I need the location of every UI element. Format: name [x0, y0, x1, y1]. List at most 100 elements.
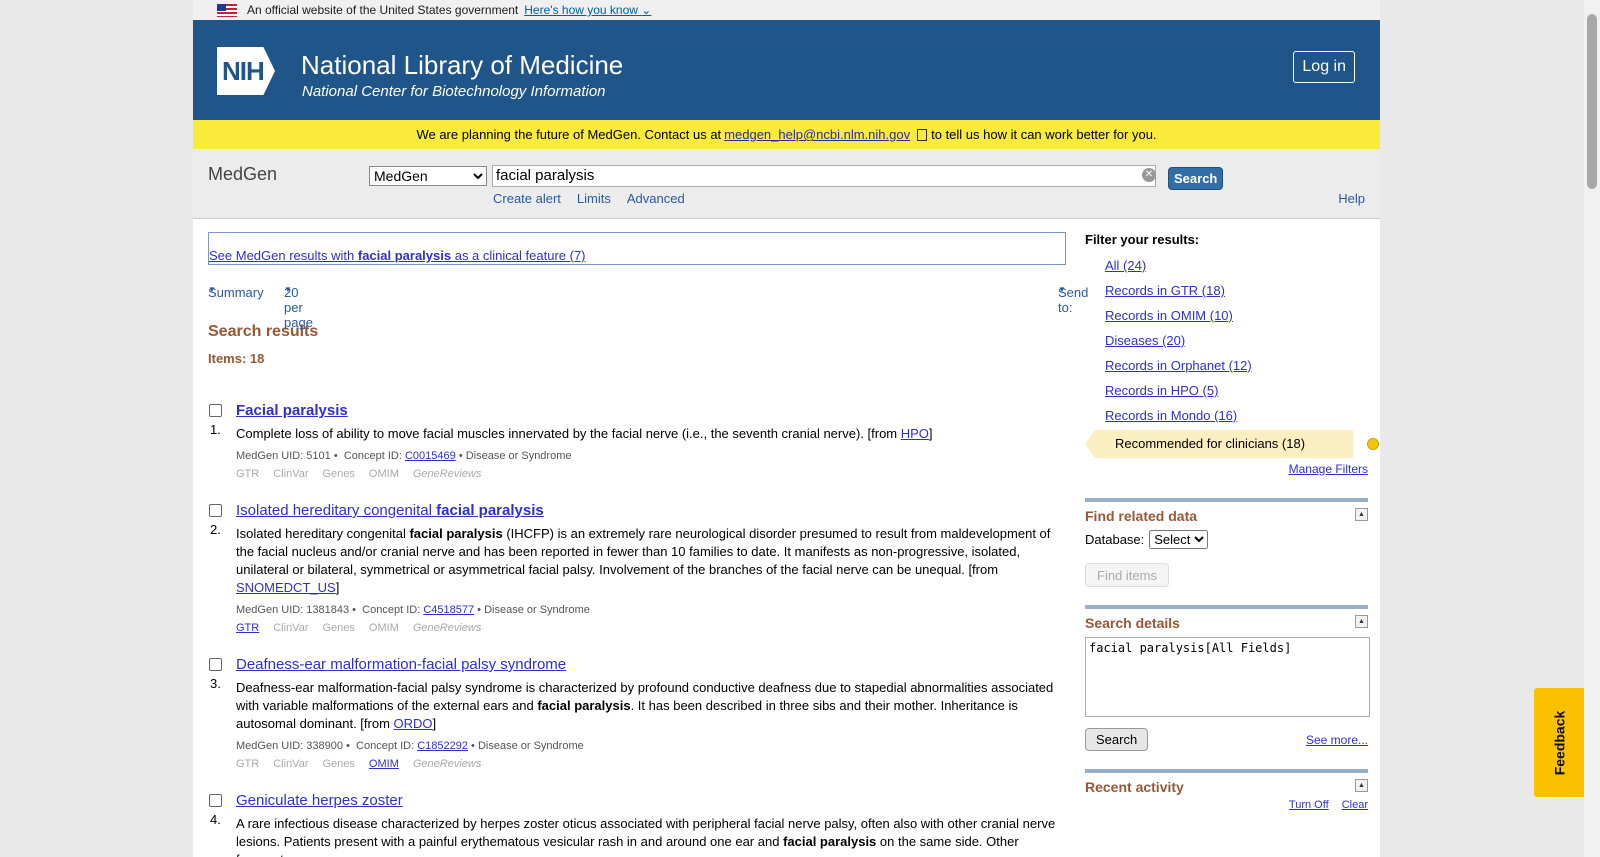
caret-down-icon: ▼	[1058, 285, 1066, 294]
result-number: 3.	[210, 676, 221, 691]
filter-gtr[interactable]: Records in GTR (18)	[1105, 283, 1225, 298]
remove-filter-icon[interactable]	[1367, 438, 1379, 450]
filter-orphanet[interactable]: Records in Orphanet (12)	[1105, 358, 1252, 373]
gtr-link[interactable]: GTR	[236, 622, 259, 634]
site-header: NIH National Library of Medicine Nationa…	[193, 20, 1380, 120]
result-db-links: GTR ClinVar Genes OMIM GeneReviews	[236, 622, 1066, 634]
result-number: 1.	[210, 422, 221, 437]
result-meta: MedGen UID: 1381843 • Concept ID: C45185…	[236, 604, 590, 616]
clear-search-icon[interactable]: ✕	[1142, 168, 1156, 182]
search-details-query[interactable]: facial paralysis[All Fields]	[1085, 637, 1370, 717]
result-meta: MedGen UID: 5101 • Concept ID: C0015469 …	[236, 450, 572, 462]
copy-icon[interactable]	[917, 128, 928, 141]
results-toolbar: Summary ▼ 20 per page ▼ Send to: ▼	[208, 285, 1089, 330]
omim-link: OMIM	[368, 622, 399, 634]
filter-omim[interactable]: Records in OMIM (10)	[1105, 308, 1233, 323]
notice-text-before: We are planning the future of MedGen. Co…	[416, 127, 722, 142]
result-title-link[interactable]: Deafness-ear malformation-facial palsy s…	[236, 656, 566, 673]
us-flag-icon	[217, 3, 237, 17]
clinvar-link: ClinVar	[273, 622, 309, 634]
right-sidebar: Filter your results: All (24) Records in…	[1085, 232, 1379, 811]
filter-hpo[interactable]: Records in HPO (5)	[1105, 383, 1218, 398]
omim-link[interactable]: OMIM	[369, 758, 399, 770]
genereviews-link: GeneReviews	[412, 468, 482, 480]
turn-off-link[interactable]: Turn Off	[1289, 799, 1329, 811]
collapse-icon[interactable]: ▲	[1355, 508, 1368, 521]
limits-link[interactable]: Limits	[577, 191, 611, 206]
result-number: 4.	[210, 812, 221, 827]
chevron-down-icon: ⌄	[641, 3, 652, 17]
result-item: 4. Geniculate herpes zoster A rare infec…	[208, 792, 1066, 857]
result-description: A rare infectious disease characterized …	[236, 816, 1056, 857]
clinical-feature-link[interactable]: See MedGen results with facial paralysis…	[209, 248, 586, 263]
caret-down-icon: ▼	[284, 285, 292, 294]
database-select[interactable]: MedGen	[369, 166, 487, 186]
filter-mondo[interactable]: Records in Mondo (16)	[1105, 408, 1237, 423]
results-column: See MedGen results with facial paralysis…	[208, 232, 1089, 857]
result-title-link[interactable]: Isolated hereditary congenital facial pa…	[236, 502, 544, 519]
login-button[interactable]: Log in	[1293, 51, 1355, 83]
clinical-feature-box: See MedGen results with facial paralysis…	[208, 232, 1066, 265]
help-link[interactable]: Help	[1338, 191, 1365, 206]
create-alert-link[interactable]: Create alert	[493, 191, 561, 206]
gov-banner: An official website of the United States…	[193, 0, 1380, 20]
caret-down-icon: ▼	[208, 285, 216, 294]
search-bar: MedGen MedGen facial paralysis ✕ Search …	[193, 149, 1380, 219]
see-more-link[interactable]: See more...	[1306, 733, 1368, 747]
recent-activity-panel: Recent activity ▲ Turn Off Clear	[1085, 769, 1368, 811]
filter-recommended-clinicians[interactable]: Recommended for clinicians (18)	[1085, 430, 1353, 458]
gov-banner-text: An official website of the United States…	[247, 3, 519, 17]
find-items-button[interactable]: Find items	[1085, 563, 1169, 587]
results-heading: Search results	[208, 323, 319, 340]
result-description: Isolated hereditary congenital facial pa…	[236, 526, 1051, 595]
panel-title: Search details	[1085, 615, 1180, 631]
feedback-button[interactable]: Feedback	[1534, 688, 1585, 797]
clinvar-link: ClinVar	[273, 468, 309, 480]
result-db-links: GTR ClinVar Genes OMIM GeneReviews	[236, 758, 1066, 770]
items-count: Items: 18	[208, 351, 265, 366]
advanced-link[interactable]: Advanced	[627, 191, 685, 206]
scrollbar-thumb[interactable]	[1587, 14, 1597, 189]
email-link[interactable]: medgen_help@ncbi.nlm.nih.gov	[724, 127, 910, 142]
result-title-link[interactable]: Geniculate herpes zoster	[236, 792, 403, 809]
collapse-icon[interactable]: ▲	[1355, 615, 1368, 628]
search-input[interactable]: facial paralysis	[492, 165, 1156, 187]
result-checkbox[interactable]	[209, 658, 222, 671]
result-number: 2.	[210, 522, 221, 537]
genes-link: Genes	[322, 468, 355, 480]
omim-link: OMIM	[368, 468, 399, 480]
scrollbar[interactable]	[1584, 0, 1600, 857]
manage-filters-link[interactable]: Manage Filters	[1289, 462, 1368, 476]
genereviews-link: GeneReviews	[412, 622, 482, 634]
collapse-icon[interactable]: ▲	[1355, 779, 1368, 792]
result-db-links: GTR ClinVar Genes OMIM GeneReviews	[236, 468, 1066, 480]
result-checkbox[interactable]	[209, 504, 222, 517]
result-checkbox[interactable]	[209, 404, 222, 417]
source-link[interactable]: ORDO	[394, 716, 433, 731]
filter-all[interactable]: All (24)	[1105, 258, 1146, 273]
source-link[interactable]: SNOMEDCT_US	[236, 580, 336, 595]
search-button[interactable]: Search	[1168, 167, 1224, 190]
result-item: 2. Isolated hereditary congenital facial…	[208, 502, 1066, 634]
filter-diseases[interactable]: Diseases (20)	[1105, 333, 1185, 348]
find-related-panel: Find related data ▲ Database: Select Fin…	[1085, 498, 1368, 587]
related-database-select[interactable]: Select	[1149, 530, 1209, 549]
details-search-button[interactable]: Search	[1085, 728, 1149, 751]
panel-title: Find related data	[1085, 508, 1198, 524]
result-title-link[interactable]: Facial paralysis	[236, 402, 348, 419]
result-item: 1. Facial paralysis Complete loss of abi…	[208, 402, 1066, 480]
concept-id-link[interactable]: C0015469	[405, 450, 456, 462]
genereviews-link: GeneReviews	[412, 758, 482, 770]
clear-link[interactable]: Clear	[1342, 799, 1368, 811]
site-title[interactable]: National Library of Medicine	[301, 50, 623, 81]
how-you-know-link[interactable]: Here's how you know ⌄	[524, 3, 651, 17]
filter-heading: Filter your results:	[1085, 232, 1200, 247]
concept-id-link[interactable]: C4518577	[423, 604, 474, 616]
source-link[interactable]: HPO	[901, 426, 929, 441]
search-details-panel: Search details ▲ facial paralysis[All Fi…	[1085, 605, 1370, 751]
concept-id-link[interactable]: C1852292	[417, 740, 468, 752]
gtr-link: GTR	[236, 758, 260, 770]
database-label: Database:	[1085, 532, 1145, 547]
result-checkbox[interactable]	[209, 794, 222, 807]
nih-logo[interactable]: NIH	[217, 47, 275, 95]
